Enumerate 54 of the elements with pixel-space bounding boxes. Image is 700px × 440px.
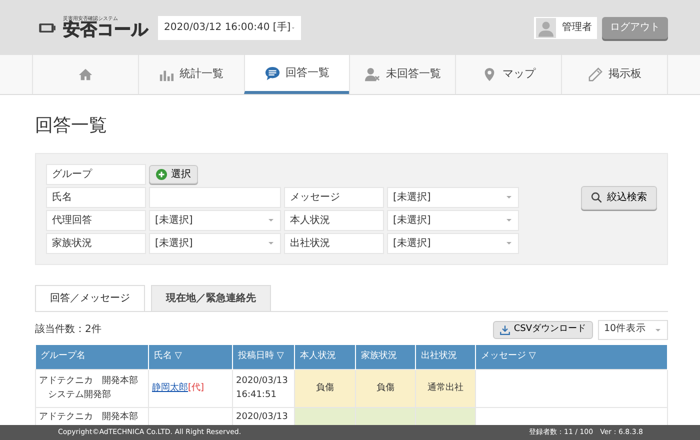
pencil-icon	[588, 67, 603, 82]
caret-icon	[505, 193, 513, 202]
user-badge: 管理者	[534, 16, 597, 38]
field-label: メッセージ	[284, 186, 384, 208]
status-cell: 通常出社	[416, 370, 476, 408]
speech-bubble-icon	[264, 66, 280, 80]
select-field[interactable]: [未選択]	[387, 210, 519, 231]
text-field[interactable]	[149, 186, 281, 208]
logo-text: 安否コール	[63, 22, 148, 38]
field-label: グループ	[46, 164, 146, 185]
column-header: 家族状況	[356, 344, 416, 370]
select-field[interactable]: [未選択]	[149, 232, 281, 254]
plus-circle-icon	[156, 168, 167, 180]
download-icon	[500, 324, 510, 335]
column-header: メッセージ ▽	[476, 344, 668, 370]
nav-tab[interactable]: 掲示板	[561, 55, 668, 94]
datetime-select[interactable]: 2020/03/12 16:00:40 [手]	[158, 16, 301, 40]
column-header: 出社状況	[416, 344, 476, 370]
user-cross-icon	[364, 67, 380, 82]
tab[interactable]: 回答／メッセージ	[35, 284, 145, 311]
column-header: 投稿日時 ▽	[232, 344, 294, 370]
field-label: 氏名	[46, 186, 146, 208]
tab[interactable]: 現在地／緊急連絡先	[151, 284, 271, 311]
nav-tab[interactable]: 未回答一覧	[349, 55, 456, 94]
page-size-select[interactable]: 10件表示	[598, 320, 668, 340]
table-cell: アドテクニカ 開発本部 システム開発部	[36, 370, 148, 408]
field-label: 家族状況	[46, 232, 146, 254]
result-count: 該当件数：2件	[35, 322, 102, 338]
name-link[interactable]: 静岡太郎	[152, 382, 188, 393]
home-icon	[78, 67, 93, 82]
select-field[interactable]: [未選択]	[387, 232, 519, 254]
search-button[interactable]: 絞込検索	[581, 186, 657, 210]
field-label: 代理回答	[46, 210, 146, 231]
caret-icon	[505, 239, 513, 248]
status-cell: 負傷	[356, 370, 416, 408]
proxy-mark: [代]	[188, 382, 204, 393]
search-icon	[591, 192, 602, 204]
select-field[interactable]: [未選択]	[387, 186, 519, 208]
field-label: 出社状況	[284, 232, 384, 254]
nav-tab[interactable]: マップ	[455, 55, 562, 94]
status-cell: 負傷	[294, 370, 356, 408]
select-button[interactable]: 選択	[149, 164, 198, 184]
select-field[interactable]: [未選択]	[149, 210, 281, 231]
caret-icon	[505, 216, 513, 224]
csv-download-button[interactable]: CSVダウンロード	[492, 320, 593, 339]
caret-icon	[267, 239, 275, 248]
avatar-icon	[536, 18, 556, 38]
page-title: 回答一覧	[35, 115, 108, 137]
field-label: 本人状況	[284, 210, 384, 231]
column-header: グループ名	[36, 344, 148, 370]
caret-icon	[267, 216, 275, 224]
column-header: 本人状況	[294, 344, 356, 370]
nav-tab[interactable]: 回答一覧	[244, 55, 350, 94]
column-header: 氏名 ▽	[148, 344, 232, 370]
